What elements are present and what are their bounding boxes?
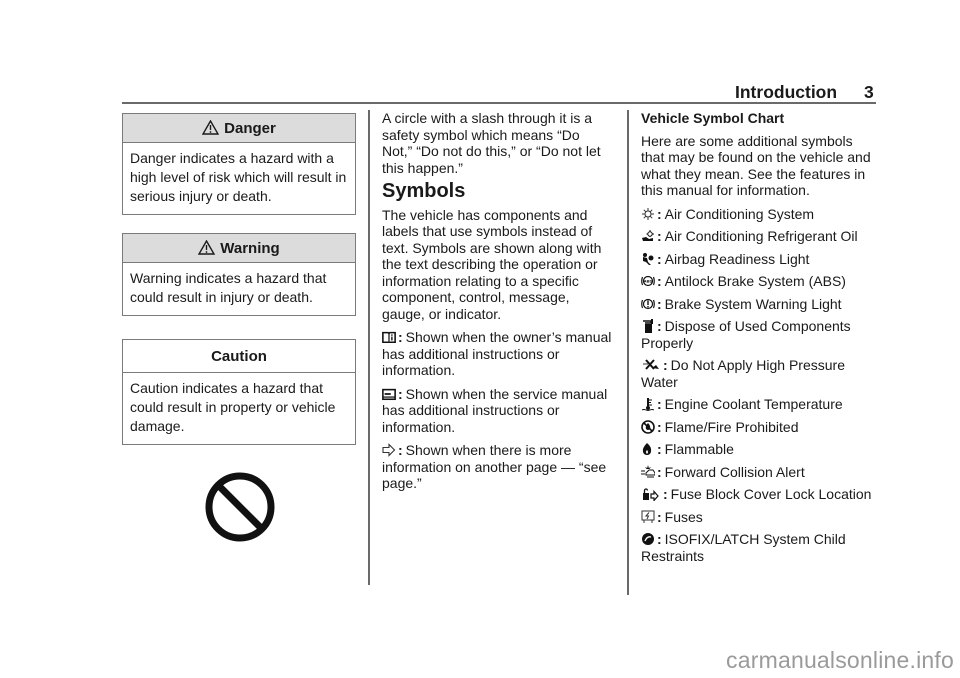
symbols-paragraph: The vehicle has components and labels th…	[382, 206, 602, 322]
column-divider	[368, 110, 370, 585]
symbol-chart-item: : Flammable	[641, 441, 877, 458]
ac-refrigerant-oil-icon	[642, 230, 654, 241]
dispose-components-icon	[643, 319, 653, 333]
vehicle-symbol-chart-intro: Here are some additional symbols that ma…	[641, 132, 871, 199]
symbol-label: Do Not Apply High Pressure Water	[641, 357, 845, 390]
warning-triangle-icon	[202, 120, 220, 135]
column-2: A circle with a slash through it is a sa…	[382, 110, 612, 499]
flammable-icon	[642, 443, 652, 455]
symbol-label: Airbag Readiness Light	[664, 250, 810, 267]
symbol-chart-item: : Airbag Readiness Light	[641, 251, 877, 268]
svg-text:ABS: ABS	[644, 279, 653, 284]
header-rule	[122, 102, 876, 104]
symbol-label: Fuses	[664, 508, 703, 525]
prohibition-circle-icon	[205, 472, 275, 542]
see-page-arrow-icon	[382, 443, 396, 457]
symbol-label: Fuse Block Cover Lock Location	[670, 486, 872, 502]
symbols-heading: Symbols	[382, 180, 466, 202]
warning-notice-header: Warning	[123, 234, 355, 263]
column-3: Vehicle Symbol Chart Here are some addit…	[641, 110, 877, 570]
caution-notice-header: Caution	[123, 340, 355, 373]
brake-warning-icon	[641, 298, 655, 309]
symbol-chart-item: : Dispose of Used Components Properly	[641, 318, 851, 351]
symbol-chart-item: ABS: Antilock Brake System (ABS)	[641, 273, 877, 290]
danger-notice-header: Danger	[123, 114, 355, 143]
symbol-chart-item: : Air Conditioning System	[641, 206, 877, 223]
symbol-label: Flammable	[664, 441, 734, 457]
symbol-chart-item: : Engine Coolant Temperature	[641, 396, 877, 413]
caution-notice: Caution Caution indicates a hazard that …	[122, 339, 356, 445]
fuse-block-lock-icon	[643, 488, 659, 501]
symbol-label: Engine Coolant Temperature	[664, 396, 843, 412]
symbol-label: Brake System Warning Light	[664, 295, 842, 312]
caution-notice-body: Caution indicates a hazard that could re…	[130, 380, 336, 434]
airbag-readiness-icon	[643, 252, 654, 265]
warning-triangle-icon	[198, 240, 216, 255]
service-manual-icon	[382, 388, 396, 400]
section-title: Introduction	[735, 82, 838, 102]
isofix-latch-icon	[642, 533, 654, 545]
symbol-chart-item: : Fuses	[641, 509, 877, 526]
symbol-label: Air Conditioning Refrigerant Oil	[664, 228, 858, 244]
symbol-label: Air Conditioning System	[664, 205, 815, 222]
warning-notice-body: Warning indicates a hazard that could re…	[130, 270, 327, 305]
vehicle-symbol-chart-heading: Vehicle Symbol Chart	[641, 110, 785, 126]
symbol-chart-item: : ISOFIX/LATCH System Child Restraints	[641, 531, 846, 564]
symbol-label: Dispose of Used Components Properly	[641, 318, 851, 351]
no-high-pressure-water-icon	[643, 359, 659, 370]
forward-collision-alert-icon	[641, 464, 655, 477]
prohibition-description: A circle with a slash through it is a sa…	[382, 110, 601, 176]
caution-notice-title: Caution	[211, 348, 267, 365]
symbol-chart-item: : Forward Collision Alert	[641, 464, 877, 481]
symbol-chart-item: : Fuse Block Cover Lock Location	[641, 486, 877, 503]
coolant-temperature-icon	[641, 398, 655, 411]
symbol-chart-item: : Do Not Apply High Pressure Water	[641, 357, 845, 390]
danger-notice-body: Danger indicates a hazard with a high le…	[130, 150, 347, 204]
symbol-chart-item: : Brake System Warning Light	[641, 296, 877, 313]
symbol-item: : Shown when the service manual has addit…	[382, 385, 608, 435]
symbol-chart-item: : Air Conditioning Refrigerant Oil	[641, 228, 877, 245]
warning-notice-title: Warning	[220, 240, 280, 257]
danger-notice-title: Danger	[224, 120, 276, 137]
symbol-chart-item: : Flame/Fire Prohibited	[641, 419, 877, 436]
warning-notice: Warning Warning indicates a hazard that …	[122, 233, 356, 316]
symbol-item: : Shown when there is more information on…	[382, 442, 607, 491]
column-divider	[627, 110, 629, 595]
symbol-label: Forward Collision Alert	[664, 463, 805, 480]
symbol-label: Flame/Fire Prohibited	[664, 418, 799, 435]
air-conditioning-icon	[642, 207, 654, 220]
vehicle-symbol-list: : Air Conditioning System : Air Conditionin…	[641, 206, 877, 565]
page-number: 3	[864, 82, 874, 102]
flame-prohibited-icon	[641, 419, 655, 434]
symbol-label: Antilock Brake System (ABS)	[664, 273, 846, 289]
symbol-label: ISOFIX/LATCH System Child Restraints	[641, 531, 846, 564]
symbol-item: : Shown when the owner’s manual has addit…	[382, 329, 612, 378]
fuses-icon	[641, 510, 655, 523]
abs-icon: ABS	[641, 275, 655, 287]
watermark: carmanualsonline.info	[726, 647, 954, 673]
danger-notice: Danger Danger indicates a hazard with a …	[122, 113, 356, 215]
owners-manual-icon	[382, 331, 396, 344]
